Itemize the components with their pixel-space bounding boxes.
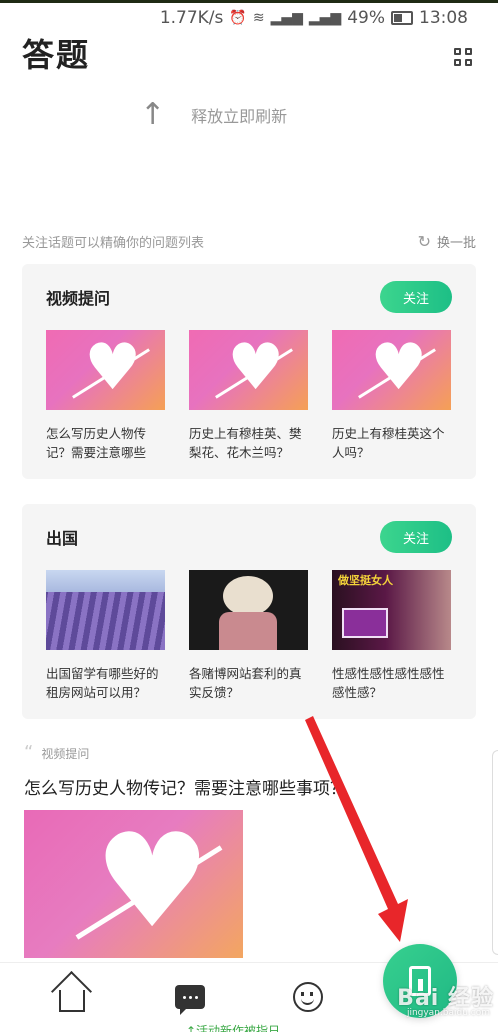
grid-icon[interactable] (454, 48, 472, 66)
topic-question-item[interactable]: 历史上有穆桂英这个人吗？ (332, 330, 451, 462)
topic-question-item[interactable]: 怎么写历史人物传记？需要注意哪些 (46, 330, 165, 462)
topic-hint-text: 关注话题可以精确你的问题列表 (22, 236, 205, 251)
arrow-up-icon: ↑ (140, 97, 166, 132)
topic-card-title: 出国 (46, 529, 79, 548)
question-caption: 各赌博网站套利的真实反馈？ (189, 666, 302, 700)
product-box-image (342, 608, 388, 638)
pull-refresh-text: 释放立即刷新 (191, 107, 288, 126)
follow-button[interactable]: 关注 (380, 281, 452, 313)
question-thumbnail (332, 330, 451, 410)
smiley-icon[interactable] (290, 979, 326, 1015)
question-caption: 历史上有穆桂英、樊梨花、花木兰吗？ (189, 426, 302, 460)
wifi-icon: ≋ (252, 10, 265, 26)
side-drawer-handle[interactable] (492, 750, 498, 955)
home-icon[interactable] (54, 979, 90, 1015)
switch-batch-label: 换一批 (436, 236, 476, 251)
signal-4g-icon: ▂▄▆ (308, 10, 342, 26)
topic-card-title: 视频提问 (46, 289, 111, 308)
topic-card-study-abroad: 出国 关注 出国留学有哪些好的租房网站可以用？ 各赌博网站套利的真实反馈？ 做坚… (22, 504, 476, 719)
feed-question-image[interactable] (24, 810, 243, 958)
page-title: 答题 (22, 36, 91, 74)
network-speed: 1.77K/s (159, 8, 224, 28)
status-bar: 1.77K/s ⏰ ≋ ▂▄▆ ▂▄▆ 49% 13:08 (160, 5, 468, 31)
top-image-strip (0, 0, 498, 3)
question-thumbnail (46, 570, 165, 650)
clock: 13:08 (419, 8, 468, 28)
signal-3g-icon: ▂▄▆ (270, 10, 303, 26)
alarm-icon: ⏰ (229, 10, 247, 26)
ad-banner-text: 做坚挺女人 (338, 574, 393, 587)
feed-question-title[interactable]: 怎么写历史人物传记？需要注意哪些事项？ (24, 774, 347, 799)
follow-button[interactable]: 关注 (380, 521, 452, 553)
pull-refresh-indicator: ↑ 释放立即刷新 (140, 100, 287, 130)
question-thumbnail (46, 330, 165, 410)
topic-question-item[interactable]: 历史上有穆桂英、樊梨花、花木兰吗？ (189, 330, 308, 462)
topic-card-video-question: 视频提问 关注 怎么写历史人物传记？需要注意哪些 历史上有穆桂英、樊梨花、花木兰… (22, 264, 476, 479)
question-caption: 怎么写历史人物传记？需要注意哪些 (46, 426, 147, 460)
question-caption: 历史上有穆桂英这个人吗？ (332, 426, 445, 460)
baidu-watermark-url: jingyan.baidu.com (406, 1008, 490, 1018)
feed-topic-tag[interactable]: “ 视频提问 (24, 744, 89, 762)
bottom-peek-text: ↑活动新作被指日 (186, 1024, 281, 1032)
quote-icon: “ (24, 742, 34, 763)
topic-question-item[interactable]: 做坚挺女人 性感性感性感性感性感性感？ (332, 570, 451, 702)
battery-percent: 49% (347, 8, 385, 28)
question-caption: 出国留学有哪些好的租房网站可以用？ (46, 666, 159, 700)
annotation-arrow-shape (305, 716, 408, 942)
question-thumbnail (189, 570, 308, 650)
battery-icon (391, 11, 413, 25)
question-thumbnail (189, 330, 308, 410)
chat-icon[interactable] (172, 979, 208, 1015)
question-thumbnail: 做坚挺女人 (332, 570, 451, 650)
topic-question-item[interactable]: 出国留学有哪些好的租房网站可以用？ (46, 570, 165, 702)
switch-batch-button[interactable]: ↻ 换一批 (418, 232, 476, 251)
refresh-icon: ↻ (417, 232, 431, 251)
question-caption: 性感性感性感性感性感性感？ (332, 666, 445, 700)
topic-question-item[interactable]: 各赌博网站套利的真实反馈？ (189, 570, 308, 702)
feed-tag-label: 视频提问 (41, 746, 90, 761)
topic-hint-row: 关注话题可以精确你的问题列表 ↻ 换一批 (22, 232, 476, 251)
